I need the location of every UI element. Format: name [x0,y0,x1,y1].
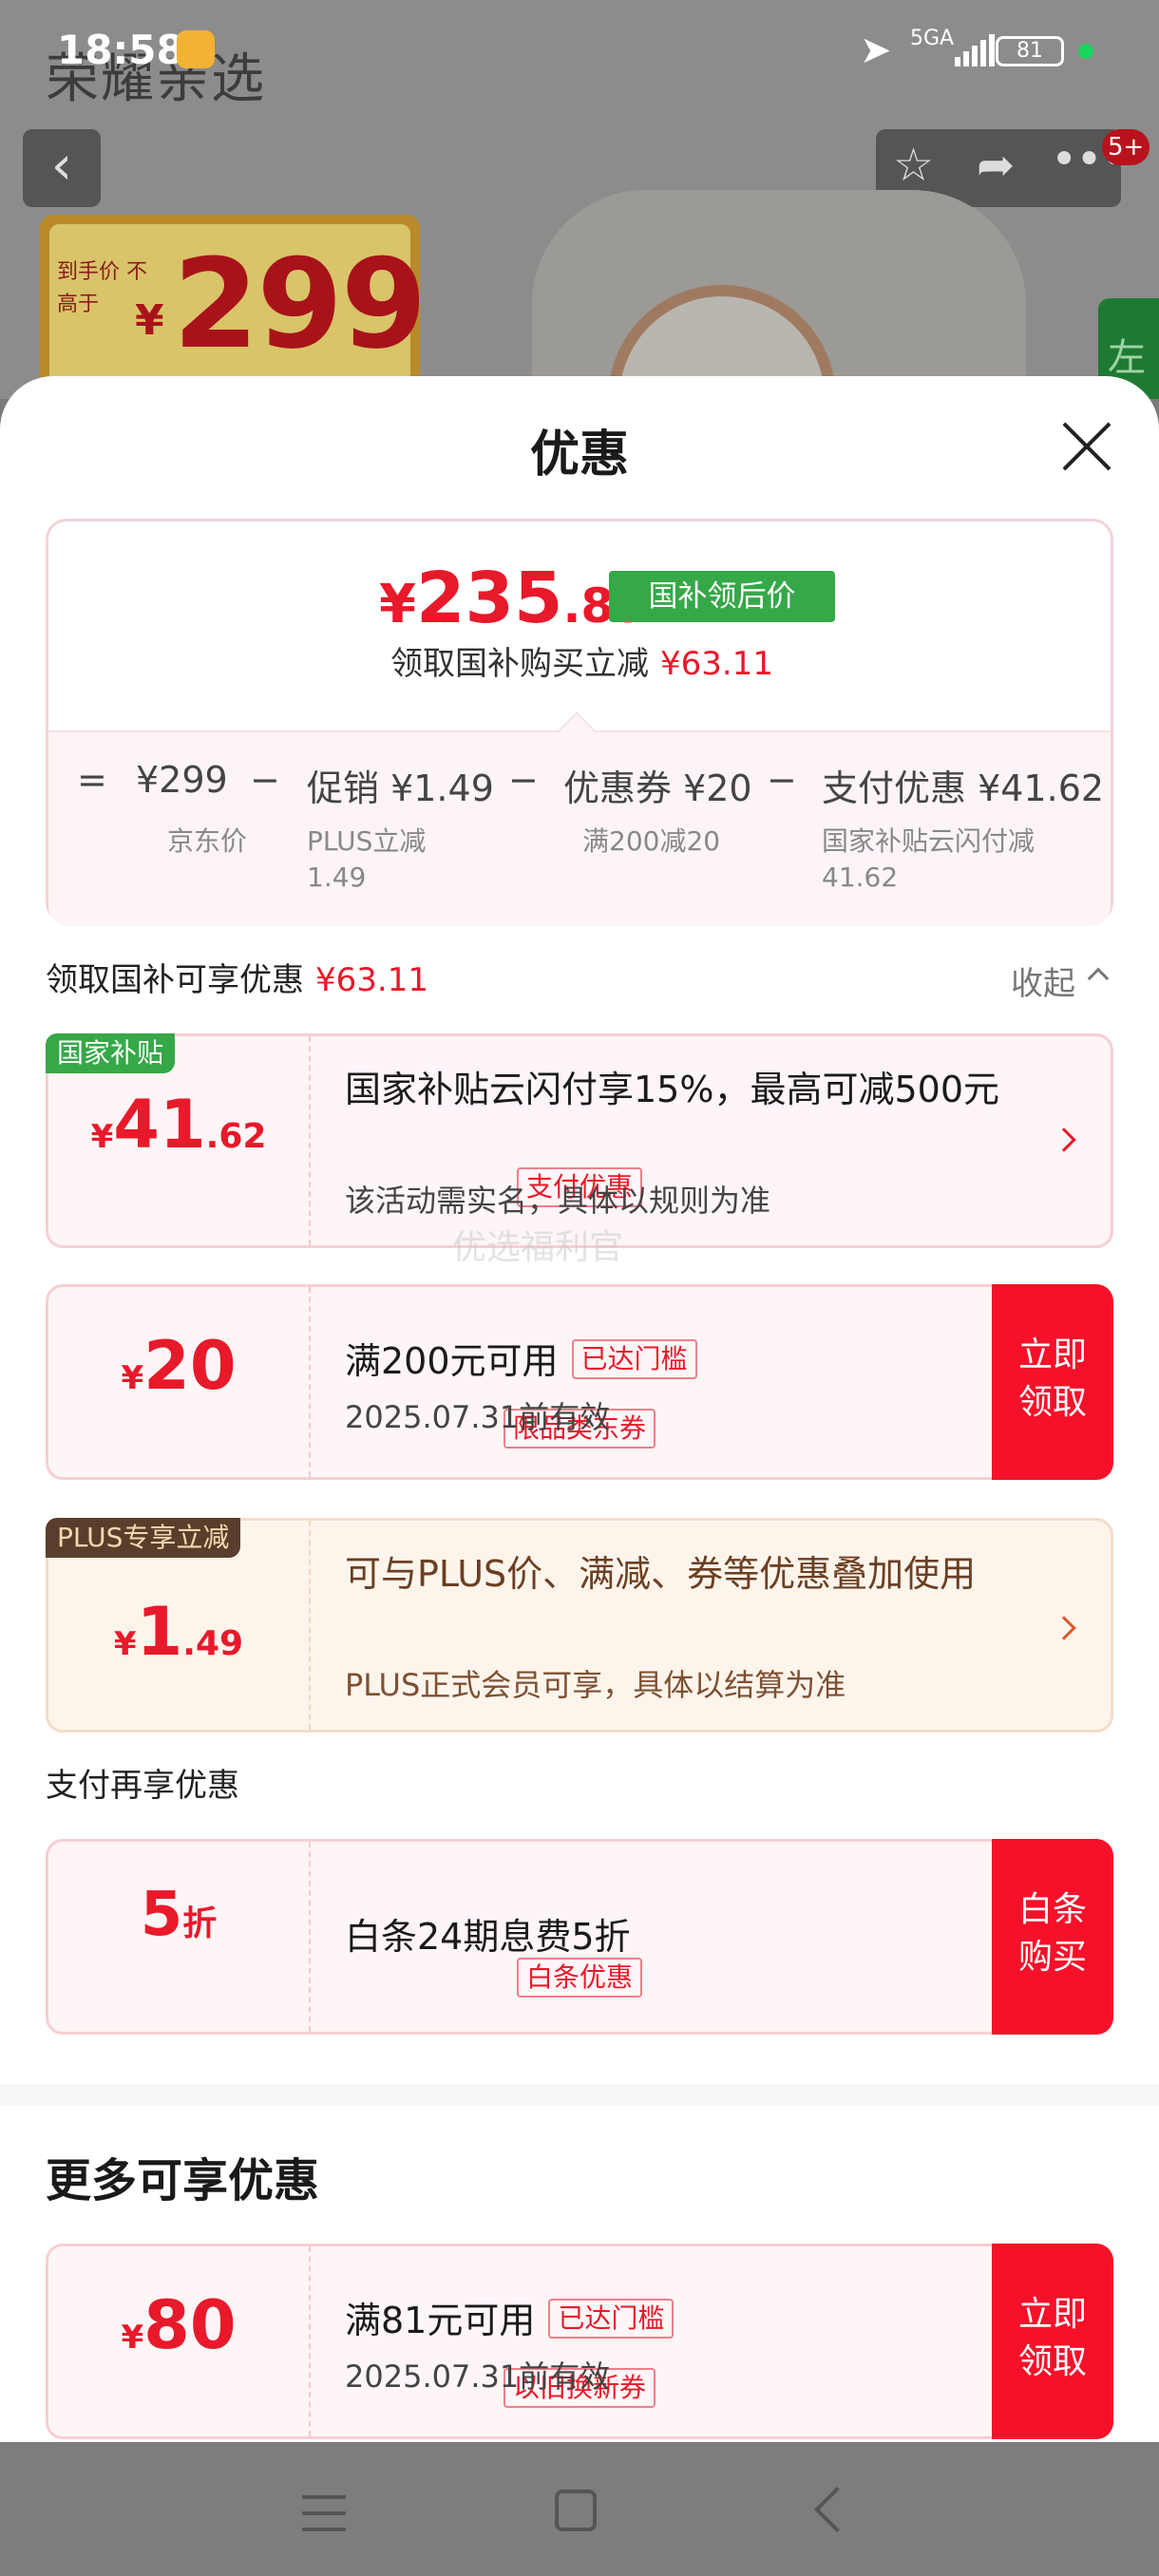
tradein-validity: 2025.07.31前有效 [345,2358,611,2395]
section-divider [0,2084,1159,2105]
collapse-button[interactable]: 收起 [1011,957,1075,1004]
offer-card-baitiao[interactable]: 5折 白条优惠 白条24期息费5折 白条 购买 [46,1839,1113,2035]
system-navigation-bar [0,2442,1159,2576]
offer-card-gov-subsidy[interactable]: 国家补贴 ¥41.62 支付优惠 国家补贴云闪付享15%，最高可减500元 该活… [46,1033,1113,1248]
chevron-right-icon[interactable] [1052,1127,1076,1152]
offer-card-plus[interactable]: PLUS专享立减 ¥1.49 可与PLUS价、满减、券等优惠叠加使用 PLUS正… [46,1518,1113,1733]
discount-sheet: 优惠 ¥235.89 国补领后价 领取国补购买立减 ¥63.11 = ¥299 京… [0,376,1159,2442]
claim-coupon-button[interactable]: 立即 领取 [992,1284,1113,1480]
offer-card-coupon[interactable]: ¥20 限品类东券 满200元可用 已达门槛 2025.07.31前有效 立即 领取 [46,1284,1113,1480]
price-breakdown: = ¥299 京东价 − 促销 ¥1.49 PLUS立减 1.49 − 优惠券 … [48,730,1111,926]
chevron-right-icon[interactable] [1052,1616,1076,1640]
more-offers-title: 更多可享优惠 [46,2154,320,2207]
coupon-title: 满200元可用 已达门槛 [345,1335,697,1388]
location-icon: ➤ [860,28,892,72]
breakdown-jd-price-sub: 京东价 [166,825,247,857]
gov-subsidy-corner-tag: 国家补贴 [46,1033,176,1073]
privacy-dot-icon [1078,44,1093,59]
price-summary: ¥235.89 国补领后价 领取国补购买立减 ¥63.11 = ¥299 京东价 … [46,519,1113,926]
breakdown-op: − [250,759,280,801]
recents-icon[interactable] [302,2495,346,2531]
breakdown-op: = [77,759,107,801]
tradein-title: 满81元可用 已达门槛 [345,2294,674,2347]
baitiao-tag: 白条优惠 [516,1958,643,1998]
coupon-validity: 2025.07.31前有效 [345,1399,611,1435]
plus-amount: ¥1.49 [113,1593,244,1671]
final-price: ¥235.89 [379,558,648,639]
offer-title: 国家补贴云闪付享15%，最高可减500元 [345,1069,999,1110]
offer-card-tradein[interactable]: ¥80 以旧换新券 满81元可用 已达门槛 2025.07.31前有效 立即 领取 [46,2244,1113,2439]
battery-icon: 81 [996,36,1064,66]
breakdown-payment: 支付优惠 ¥41.62 [822,767,1105,809]
save-line: 领取国补购买立减 ¥63.11 [390,645,773,683]
tradein-amount: ¥80 [121,2286,237,2364]
back-button[interactable]: ‹ [23,129,101,207]
baitiao-title: 白条24期息费5折 [345,1916,631,1958]
plus-subtitle: PLUS正式会员可享，具体以结算为准 [345,1667,846,1703]
favorite-icon[interactable]: ☆ [893,139,934,192]
price-tag-value: 299 [173,232,427,376]
close-icon[interactable] [1060,420,1113,473]
breakdown-coupon: 优惠券 ¥20 [563,767,752,809]
final-price-tag: 国补领后价 [609,571,835,622]
threshold-badge: 已达门槛 [571,1339,697,1379]
breakdown-op: − [767,759,797,801]
breakdown-promo-sub: PLUS立减 1.49 [307,825,427,893]
coupon-amount: ¥20 [121,1327,237,1405]
claim-tradein-button[interactable]: 立即 领取 [992,2244,1113,2439]
offer-subtitle: 该活动需实名，具体以规则为准 [345,1183,771,1219]
back-icon[interactable] [813,2486,861,2533]
status-time: 18:58 [57,27,184,73]
notification-badge: 5+ [1102,129,1150,165]
baitiao-discount: 5折 [140,1880,218,1950]
chevron-up-icon[interactable] [1087,967,1110,990]
signal-icon [955,34,995,66]
price-tag-yen: ¥ [135,296,164,345]
section-gov-offers-header: 领取国补可享优惠 ¥63.11 [46,961,428,999]
plus-corner-tag: PLUS专享立减 [46,1518,241,1558]
threshold-badge: 已达门槛 [548,2299,674,2339]
offer-amount: ¥41.62 [90,1086,267,1164]
section-payment-header: 支付再享优惠 [46,1767,239,1805]
baitiao-buy-button[interactable]: 白条 购买 [992,1839,1113,2035]
breakdown-promo: 促销 ¥1.49 [307,767,494,809]
price-tag-banner: 到手价 不高于 ¥ 299 [40,215,427,399]
status-bar: 18:58 ➤ 5GA 81 [0,0,1159,104]
plus-title: 可与PLUS价、满减、券等优惠叠加使用 [345,1553,977,1595]
breakdown-coupon-sub: 满200减20 [582,825,721,857]
home-icon[interactable] [555,2490,597,2531]
breakdown-op: − [508,759,539,801]
network-type: 5GA [910,27,955,50]
breakdown-jd-price: ¥299 [136,759,228,801]
share-icon[interactable]: ➦ [977,139,1015,192]
sheet-title: 优惠 [529,426,629,483]
app-notification-icon [177,30,215,68]
breakdown-payment-sub: 国家补贴云闪付减 41.62 [822,825,1036,893]
watermark: 优选福利官 [452,1228,624,1267]
